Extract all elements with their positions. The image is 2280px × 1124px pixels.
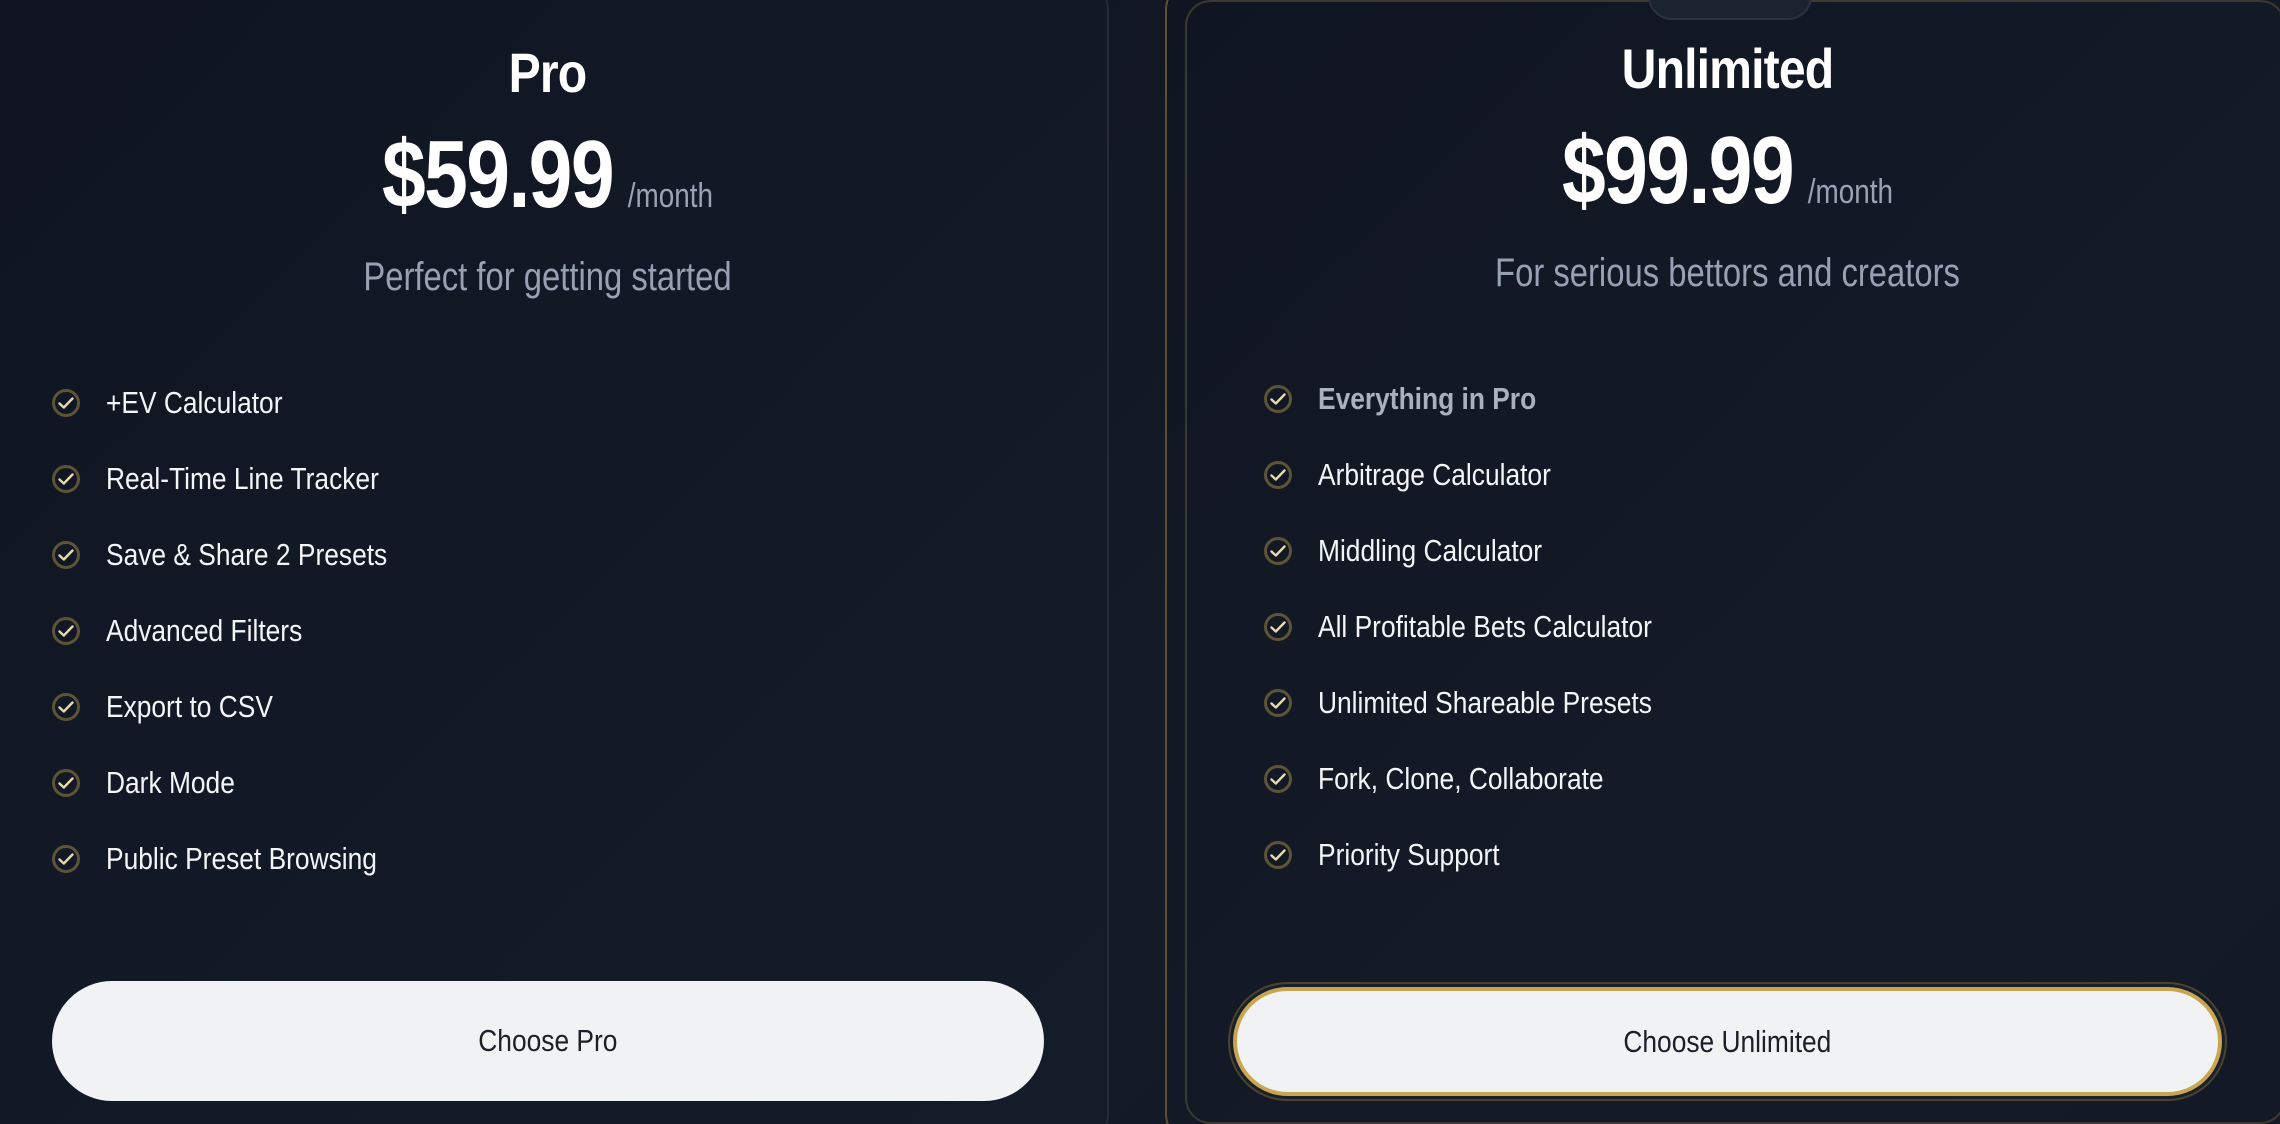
plan-price: $59.99: [382, 121, 615, 228]
feature-label: Everything in Pro: [1318, 381, 1537, 416]
plan-price: $99.99: [1562, 117, 1795, 224]
feature-label: Real-Time Line Tracker: [106, 461, 379, 496]
check-circle-icon: [1264, 461, 1292, 489]
choose-unlimited-label: Choose Unlimited: [1623, 1023, 1832, 1059]
check-circle-icon: [1264, 537, 1292, 565]
plan-name: Unlimited: [1621, 37, 1835, 100]
feature-item: Save & Share 2 Presets: [52, 535, 437, 575]
feature-label: +EV Calculator: [106, 385, 283, 420]
feature-label: Priority Support: [1318, 837, 1500, 872]
price-period: /month: [1807, 173, 1893, 211]
feature-item: Export to CSV: [52, 687, 302, 727]
feature-item: All Profitable Bets Calculator: [1264, 607, 1711, 647]
check-circle-icon: [52, 541, 80, 569]
plan-tagline: For serious bettors and creators: [1495, 251, 1960, 295]
choose-pro-label: Choose Pro: [478, 1023, 618, 1058]
feature-item: +EV Calculator: [52, 383, 314, 423]
feature-item: Advanced Filters: [52, 611, 337, 651]
feature-item: Fork, Clone, Collaborate: [1264, 759, 1654, 799]
plan-name: Pro: [508, 41, 588, 104]
feature-label: Middling Calculator: [1318, 533, 1543, 568]
feature-item: Middling Calculator: [1264, 531, 1582, 571]
check-circle-icon: [1264, 613, 1292, 641]
feature-label: Save & Share 2 Presets: [106, 537, 388, 572]
feature-label: Arbitrage Calculator: [1318, 457, 1551, 492]
feature-label: Public Preset Browsing: [106, 841, 377, 876]
check-circle-icon: [52, 465, 80, 493]
check-circle-icon: [52, 693, 80, 721]
choose-unlimited-button[interactable]: Choose Unlimited: [1233, 987, 2222, 1096]
pricing-section: Pro $59.99 /month Perfect for getting st…: [0, 0, 2280, 1124]
feature-label: Export to CSV: [106, 689, 273, 724]
feature-item: Arbitrage Calculator: [1264, 455, 1592, 495]
feature-label: All Profitable Bets Calculator: [1318, 609, 1652, 644]
feature-item: Everything in Pro: [1264, 379, 1575, 419]
price-row: $59.99 /month: [99, 120, 997, 230]
check-circle-icon: [52, 617, 80, 645]
check-circle-icon: [52, 845, 80, 873]
price-period: /month: [627, 177, 713, 215]
feature-item: Dark Mode: [52, 763, 258, 803]
check-circle-icon: [1264, 765, 1292, 793]
check-circle-icon: [52, 769, 80, 797]
check-circle-icon: [52, 389, 80, 417]
feature-label: Advanced Filters: [106, 613, 303, 648]
feature-label: Fork, Clone, Collaborate: [1318, 761, 1604, 796]
unlimited-card-top-tab: [1648, 0, 1812, 20]
check-circle-icon: [1264, 385, 1292, 413]
choose-pro-button[interactable]: Choose Pro: [52, 981, 1044, 1101]
check-circle-icon: [1264, 689, 1292, 717]
feature-item: Public Preset Browsing: [52, 839, 425, 879]
check-circle-icon: [1264, 841, 1292, 869]
feature-item: Priority Support: [1264, 835, 1532, 875]
feature-label: Dark Mode: [106, 765, 235, 800]
price-row: $99.99 /month: [1322, 116, 2133, 226]
feature-item: Unlimited Shareable Presets: [1264, 683, 1711, 723]
plan-tagline: Perfect for getting started: [363, 255, 732, 299]
feature-item: Real-Time Line Tracker: [52, 459, 427, 499]
feature-label: Unlimited Shareable Presets: [1318, 685, 1652, 720]
